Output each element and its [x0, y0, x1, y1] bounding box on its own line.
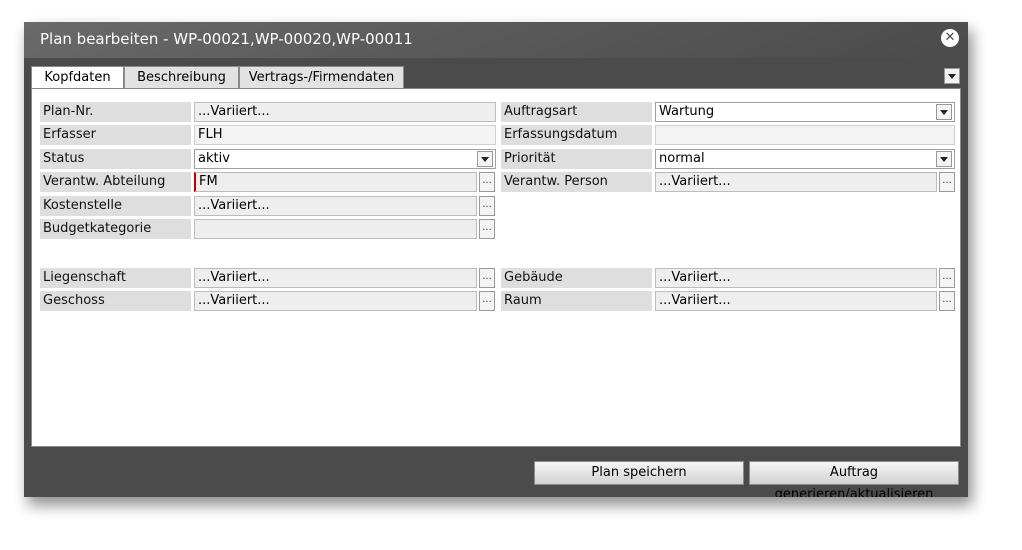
gebaeude-label: Gebäude	[501, 268, 652, 288]
erfasser-field: FLH	[194, 125, 496, 145]
raum-field[interactable]: ...Variiert...	[655, 291, 937, 311]
auftragsart-label: Auftragsart	[501, 102, 652, 122]
person-browse-button[interactable]: ...	[939, 172, 955, 192]
person-label: Verantw. Person	[501, 172, 652, 192]
status-chevron-down-icon[interactable]	[477, 151, 493, 167]
status-select[interactable]: aktiv	[194, 149, 496, 169]
status-label: Status	[40, 149, 191, 169]
auftragsart-chevron-down-icon[interactable]	[936, 104, 952, 120]
kopfdaten-panel: Plan-Nr. ...Variiert... Erfasser FLH Sta…	[31, 88, 961, 447]
abteilung-field[interactable]: FM	[194, 172, 477, 192]
budgetkategorie-browse-button[interactable]: ...	[479, 219, 495, 239]
liegenschaft-label: Liegenschaft	[40, 268, 191, 288]
kostenstelle-field[interactable]: ...Variiert...	[194, 196, 477, 216]
plan-nr-field[interactable]: ...Variiert...	[194, 102, 496, 122]
abteilung-browse-button[interactable]: ...	[479, 172, 495, 192]
kostenstelle-label: Kostenstelle	[40, 196, 191, 216]
gebaeude-browse-button[interactable]: ...	[939, 268, 955, 288]
geschoss-field[interactable]: ...Variiert...	[194, 291, 477, 311]
tab-kopfdaten[interactable]: Kopfdaten	[31, 66, 124, 89]
tab-vertrags-firmendaten[interactable]: Vertrags-/Firmendaten	[239, 66, 404, 88]
prioritaet-label: Priorität	[501, 149, 652, 169]
budgetkategorie-label: Budgetkategorie	[40, 219, 191, 239]
raum-label: Raum	[501, 291, 652, 311]
kostenstelle-browse-button[interactable]: ...	[479, 196, 495, 216]
liegenschaft-browse-button[interactable]: ...	[479, 268, 495, 288]
gebaeude-field[interactable]: ...Variiert...	[655, 268, 937, 288]
auftragsart-select[interactable]: Wartung	[655, 102, 955, 122]
erfassungsdatum-label: Erfassungsdatum	[501, 125, 652, 145]
abteilung-label: Verantw. Abteilung	[40, 172, 191, 192]
budgetkategorie-field[interactable]	[194, 219, 477, 239]
person-field[interactable]: ...Variiert...	[655, 172, 937, 192]
edit-plan-dialog: Plan bearbeiten - WP-00021,WP-00020,WP-0…	[24, 22, 968, 497]
prioritaet-chevron-down-icon[interactable]	[936, 151, 952, 167]
tab-beschreibung[interactable]: Beschreibung	[124, 66, 239, 88]
generate-order-button[interactable]: Auftrag generieren/aktualisieren	[749, 461, 959, 497]
tab-menu-dropdown-icon[interactable]	[944, 68, 960, 84]
dialog-titlebar: Plan bearbeiten - WP-00021,WP-00020,WP-0…	[24, 22, 968, 58]
raum-browse-button[interactable]: ...	[939, 291, 955, 311]
plan-nr-label: Plan-Nr.	[40, 102, 191, 122]
erfasser-label: Erfasser	[40, 125, 191, 145]
dialog-title: Plan bearbeiten - WP-00021,WP-00020,WP-0…	[40, 30, 413, 48]
prioritaet-select[interactable]: normal	[655, 149, 955, 169]
geschoss-label: Geschoss	[40, 291, 191, 311]
erfassungsdatum-field	[655, 125, 955, 145]
liegenschaft-field[interactable]: ...Variiert...	[194, 268, 477, 288]
close-icon[interactable]: ✕	[941, 29, 959, 47]
geschoss-browse-button[interactable]: ...	[479, 291, 495, 311]
save-plan-button[interactable]: Plan speichern	[534, 461, 744, 485]
